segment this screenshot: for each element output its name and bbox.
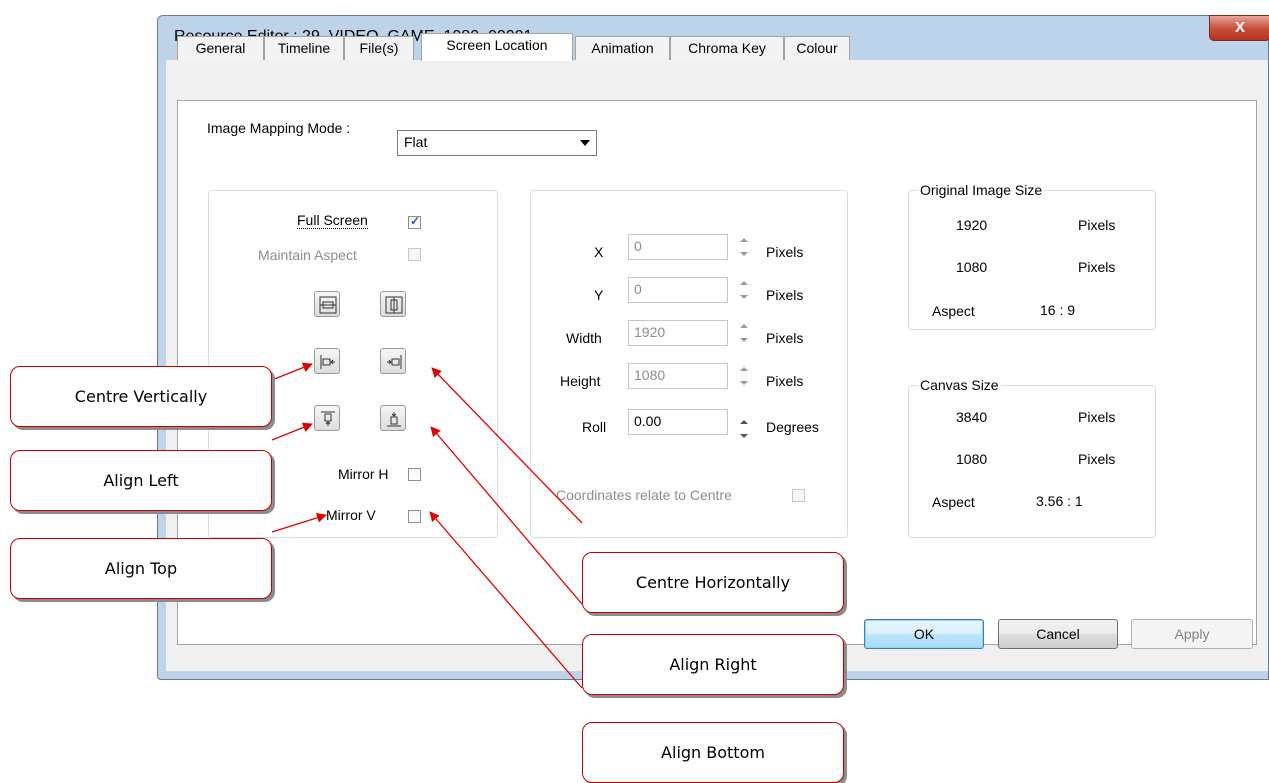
- coordinates-relate-to-centre-checkbox[interactable]: [792, 489, 805, 502]
- roll-spinner[interactable]: [735, 416, 753, 442]
- align-bottom-button[interactable]: [380, 405, 406, 431]
- mirror-v-checkbox[interactable]: [408, 510, 421, 523]
- original-width: 1920: [956, 217, 988, 233]
- y-label: Y: [594, 287, 604, 303]
- roll-unit: Degrees: [766, 419, 819, 435]
- full-screen-label: Full Screen: [297, 212, 368, 229]
- canvas-height: 1080: [956, 451, 988, 467]
- width-unit: Pixels: [766, 330, 804, 346]
- chevron-down-icon: [580, 140, 590, 146]
- original-image-size-title: Original Image Size: [918, 182, 1045, 198]
- x-label: X: [594, 244, 604, 260]
- centre-vertically-icon: [319, 296, 337, 314]
- width-field[interactable]: 1920: [628, 320, 728, 346]
- image-mapping-mode-label: Image Mapping Mode :: [207, 120, 351, 136]
- align-bottom-icon: [387, 412, 401, 427]
- x-unit: Pixels: [766, 244, 804, 260]
- canvas-size-title: Canvas Size: [918, 377, 1001, 393]
- original-width-unit: Pixels: [1078, 217, 1116, 233]
- y-spinner[interactable]: [735, 277, 753, 303]
- callout-align-left: Align Left: [10, 450, 272, 511]
- image-mapping-mode-dropdown[interactable]: Flat: [397, 130, 597, 156]
- height-label: Height: [560, 373, 601, 389]
- maintain-aspect-label: Maintain Aspect: [258, 247, 357, 263]
- maintain-aspect-checkbox[interactable]: [408, 248, 421, 261]
- coordinates-relate-to-centre-label: Coordinates relate to Centre: [556, 487, 732, 503]
- mirror-h-label: Mirror H: [338, 466, 389, 482]
- canvas-size-group: [908, 385, 1156, 538]
- centre-horizontally-icon: [385, 296, 403, 314]
- apply-button[interactable]: Apply: [1131, 619, 1253, 649]
- roll-field[interactable]: 0.00: [628, 409, 728, 435]
- align-left-icon: [320, 355, 335, 369]
- height-spinner[interactable]: [735, 363, 753, 389]
- image-mapping-mode-value: Flat: [404, 134, 428, 150]
- callout-align-bottom: Align Bottom: [582, 722, 844, 783]
- height-unit: Pixels: [766, 373, 804, 389]
- callout-centre-horizontally: Centre Horizontally: [582, 552, 844, 613]
- mirror-v-label: Mirror V: [326, 507, 376, 523]
- height-field[interactable]: 1080: [628, 363, 728, 389]
- canvas-width-unit: Pixels: [1078, 409, 1116, 425]
- ok-button[interactable]: OK: [864, 619, 984, 649]
- x-spinner[interactable]: [735, 234, 753, 260]
- align-right-icon: [387, 355, 402, 369]
- canvas-width: 3840: [956, 409, 988, 425]
- y-unit: Pixels: [766, 287, 804, 303]
- centre-vertically-button[interactable]: [314, 291, 340, 317]
- original-height-unit: Pixels: [1078, 259, 1116, 275]
- align-right-button[interactable]: [380, 348, 406, 374]
- callout-align-top: Align Top: [10, 538, 272, 599]
- callout-centre-vertically: Centre Vertically: [10, 366, 272, 427]
- align-top-icon: [321, 411, 335, 426]
- align-top-button[interactable]: [314, 405, 340, 431]
- original-height: 1080: [956, 259, 988, 275]
- mirror-h-checkbox[interactable]: [408, 468, 421, 481]
- original-aspect-label: Aspect: [932, 303, 975, 319]
- canvas-aspect-label: Aspect: [932, 494, 975, 510]
- centre-horizontally-button[interactable]: [380, 291, 406, 317]
- x-field[interactable]: 0: [628, 234, 728, 260]
- full-screen-checkbox[interactable]: [408, 214, 421, 229]
- roll-label: Roll: [582, 419, 607, 435]
- original-aspect-value: 16 : 9: [1040, 302, 1076, 318]
- canvas-aspect-value: 3.56 : 1: [1036, 493, 1083, 509]
- width-spinner[interactable]: [735, 320, 753, 346]
- cancel-button[interactable]: Cancel: [998, 619, 1118, 649]
- callout-align-right: Align Right: [582, 634, 844, 695]
- align-left-button[interactable]: [314, 348, 340, 374]
- canvas-height-unit: Pixels: [1078, 451, 1116, 467]
- width-label: Width: [566, 330, 602, 346]
- y-field[interactable]: 0: [628, 277, 728, 303]
